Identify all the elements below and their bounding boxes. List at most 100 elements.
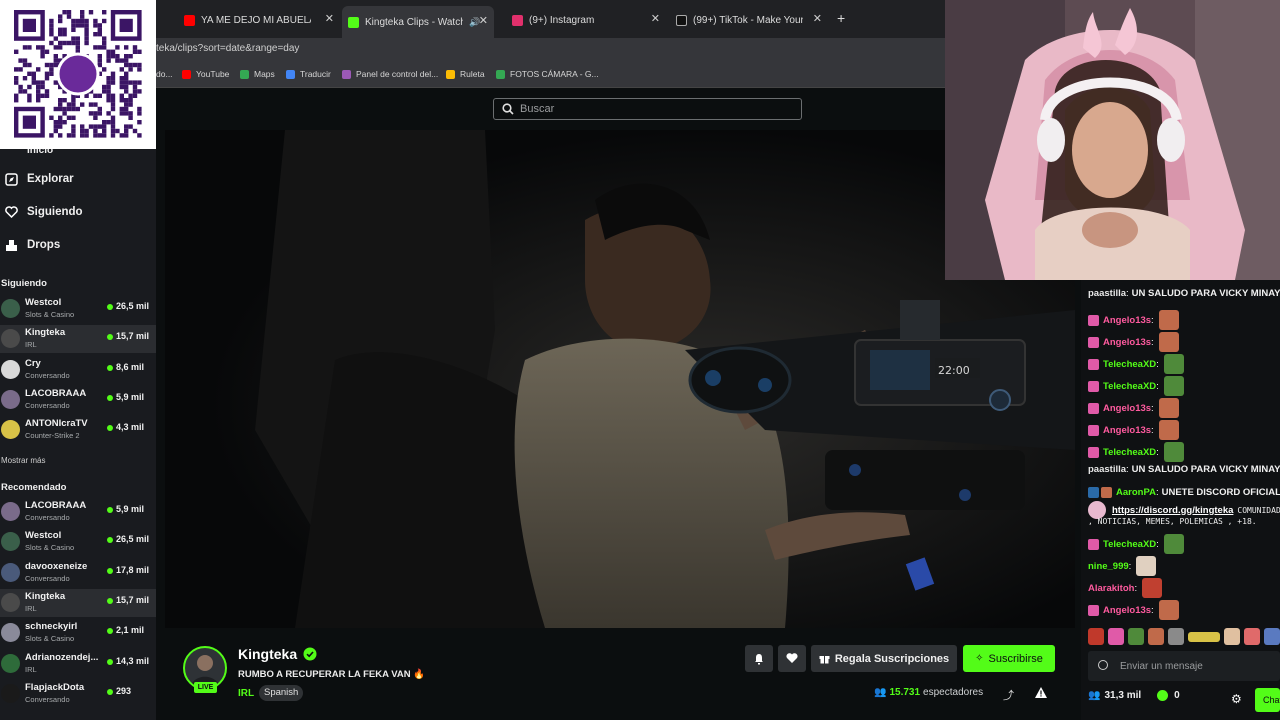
channel-category: Counter-Strike 2 <box>25 431 80 441</box>
channel-item[interactable]: schneckyirl Slots & Casino 2,1 mil <box>0 619 156 647</box>
channel-viewers: 293 <box>116 685 132 696</box>
chat-username[interactable]: paastilla <box>1088 288 1126 299</box>
chat-username[interactable]: Angelo13s <box>1103 315 1151 326</box>
channel-viewers: 15,7 mil <box>116 331 150 342</box>
chat-message: Angelo13s: <box>1088 420 1179 440</box>
chat-username[interactable]: TelecheaXD <box>1103 539 1156 550</box>
close-tab-icon[interactable]: ✕ <box>479 14 488 27</box>
emote[interactable] <box>1088 628 1104 645</box>
browser-tab[interactable]: (99+) TikTok - Make Your Day ✕ <box>676 8 822 32</box>
gift-subs-button[interactable]: Regala Suscripciones <box>811 645 957 672</box>
bookmark-translate[interactable]: Traducir <box>286 69 331 79</box>
emote <box>1163 534 1184 554</box>
emoji-icon[interactable] <box>1098 660 1108 670</box>
bookmark-fotos[interactable]: FOTOS CÁMARA - G... <box>496 69 599 79</box>
chat-username[interactable]: Angelo13s <box>1103 605 1151 616</box>
bookmark-panel[interactable]: Panel de control del... <box>342 69 438 79</box>
close-tab-icon[interactable]: ✕ <box>651 12 660 25</box>
emote <box>1142 578 1163 598</box>
show-more-link[interactable]: Mostrar más <box>1 456 45 465</box>
channel-category: IRL <box>25 340 37 350</box>
chat-message: TelecheaXD: <box>1088 442 1184 462</box>
chat-username[interactable]: Angelo13s <box>1103 337 1151 348</box>
share-icon[interactable]: ⤴ <box>1003 687 1014 703</box>
channel-item[interactable]: Kingteka IRL 15,7 mil <box>0 588 156 617</box>
bookmark-label: FOTOS CÁMARA - G... <box>510 69 599 79</box>
browser-tab-active[interactable]: Kingteka Clips - Watch Live 🔊 ✕ <box>342 6 494 38</box>
emote <box>1163 442 1184 462</box>
channel-category: IRL <box>25 664 37 674</box>
stream-category[interactable]: IRL <box>238 688 254 699</box>
channel-item[interactable]: LACOBRAAA Conversando 5,9 mil <box>0 498 156 526</box>
video-player[interactable]: 22:00 <box>165 130 1075 628</box>
chat-username[interactable]: Alarakitoh <box>1088 583 1134 594</box>
chat-username[interactable]: TelecheaXD <box>1103 381 1156 392</box>
channel-item[interactable]: LACOBRAAA Conversando 5,9 mil <box>0 386 156 414</box>
follow-button[interactable] <box>778 645 806 672</box>
live-dot <box>107 304 113 310</box>
bookmark-maps[interactable]: Maps <box>240 69 275 79</box>
emote[interactable] <box>1148 628 1164 645</box>
bookmark-youtube[interactable]: YouTube <box>182 69 229 79</box>
live-dot <box>107 425 113 432</box>
live-dot <box>107 567 113 574</box>
nav-explore[interactable]: Explorar <box>4 172 74 186</box>
close-tab-icon[interactable]: ✕ <box>325 12 334 25</box>
emote[interactable] <box>1224 628 1240 645</box>
channel-item[interactable]: davooxeneize Conversando 17,8 mil <box>0 559 156 587</box>
new-tab-button[interactable]: + <box>837 10 845 26</box>
channel-category: Conversando <box>25 573 70 583</box>
nav-following[interactable]: Siguiendo <box>4 205 83 219</box>
emote[interactable] <box>1108 628 1124 645</box>
emote[interactable] <box>1128 628 1144 645</box>
address-bar[interactable]: teka/clips?sort=date&range=day <box>156 38 945 60</box>
emote <box>1158 332 1179 352</box>
emote <box>1158 420 1179 440</box>
nav-drops[interactable]: Drops <box>4 238 60 252</box>
chat-username[interactable]: Angelo13s <box>1103 425 1151 436</box>
chat-username[interactable]: TelecheaXD <box>1103 447 1156 458</box>
channel-avatar <box>1 532 20 552</box>
emote[interactable] <box>1188 632 1220 642</box>
channel-item[interactable]: Westcol Slots & Casino 26,5 mil <box>0 528 156 556</box>
streamer-name-row: Kingteka <box>238 646 317 662</box>
emote[interactable] <box>1264 628 1280 645</box>
channel-category: Conversando <box>25 513 70 522</box>
chat-username[interactable]: paastilla <box>1088 464 1126 475</box>
emote[interactable] <box>1244 628 1260 645</box>
compass-icon <box>4 172 18 186</box>
channel-category: Conversando <box>25 370 70 380</box>
emote[interactable] <box>1168 628 1184 645</box>
subscribe-button[interactable]: ✧ Suscribirse <box>963 645 1055 672</box>
channel-name: ANTONIcraTV <box>25 418 88 430</box>
chat-username[interactable]: nine_999 <box>1088 561 1129 572</box>
instagram-icon <box>512 14 523 26</box>
browser-tab[interactable]: (9+) Instagram ✕ <box>512 8 660 32</box>
channel-item[interactable]: Cry Conversando 8,6 mil <box>0 356 156 384</box>
streamer-name[interactable]: Kingteka <box>238 646 297 662</box>
chat-input[interactable]: Enviar un mensaje <box>1088 651 1280 681</box>
language-tag[interactable]: Spanish <box>259 685 304 701</box>
chat-username[interactable]: AaronPA <box>1116 487 1156 498</box>
close-tab-icon[interactable]: ✕ <box>813 12 822 25</box>
discord-link[interactable]: https://discord.gg/kingteka <box>1112 505 1233 516</box>
channel-name: FlapjackDota <box>25 681 85 693</box>
report-icon[interactable] <box>1035 685 1047 703</box>
notification-button[interactable] <box>745 645 773 672</box>
chat-username[interactable]: Angelo13s <box>1103 403 1151 414</box>
channel-item[interactable]: ANTONIcraTV Counter-Strike 2 4,3 mil <box>0 416 156 444</box>
channel-item[interactable]: Adrianozendej... IRL 14,3 mil <box>0 650 156 678</box>
bookmark[interactable]: do... <box>156 69 173 79</box>
gear-icon[interactable]: ⚙ <box>1231 692 1242 706</box>
search-input[interactable]: Buscar <box>493 98 802 120</box>
webcam-overlay <box>945 0 1280 280</box>
channel-item[interactable]: Kingteka IRL 15,7 mil <box>0 325 156 354</box>
channel-item[interactable]: FlapjackDota Conversando 293 <box>0 680 156 708</box>
tiktok-icon <box>676 14 687 26</box>
bookmark-ruleta[interactable]: Ruleta <box>446 69 485 79</box>
browser-tab[interactable]: YA ME DEJO MI ABUELA - PIUR ✕ <box>184 8 334 32</box>
channel-item[interactable]: Westcol Slots & Casino 26,5 mil <box>0 295 156 323</box>
chat-badge <box>1088 604 1099 616</box>
chat-username[interactable]: TelecheaXD <box>1103 359 1156 370</box>
send-chat-button[interactable]: Chat <box>1255 688 1280 712</box>
